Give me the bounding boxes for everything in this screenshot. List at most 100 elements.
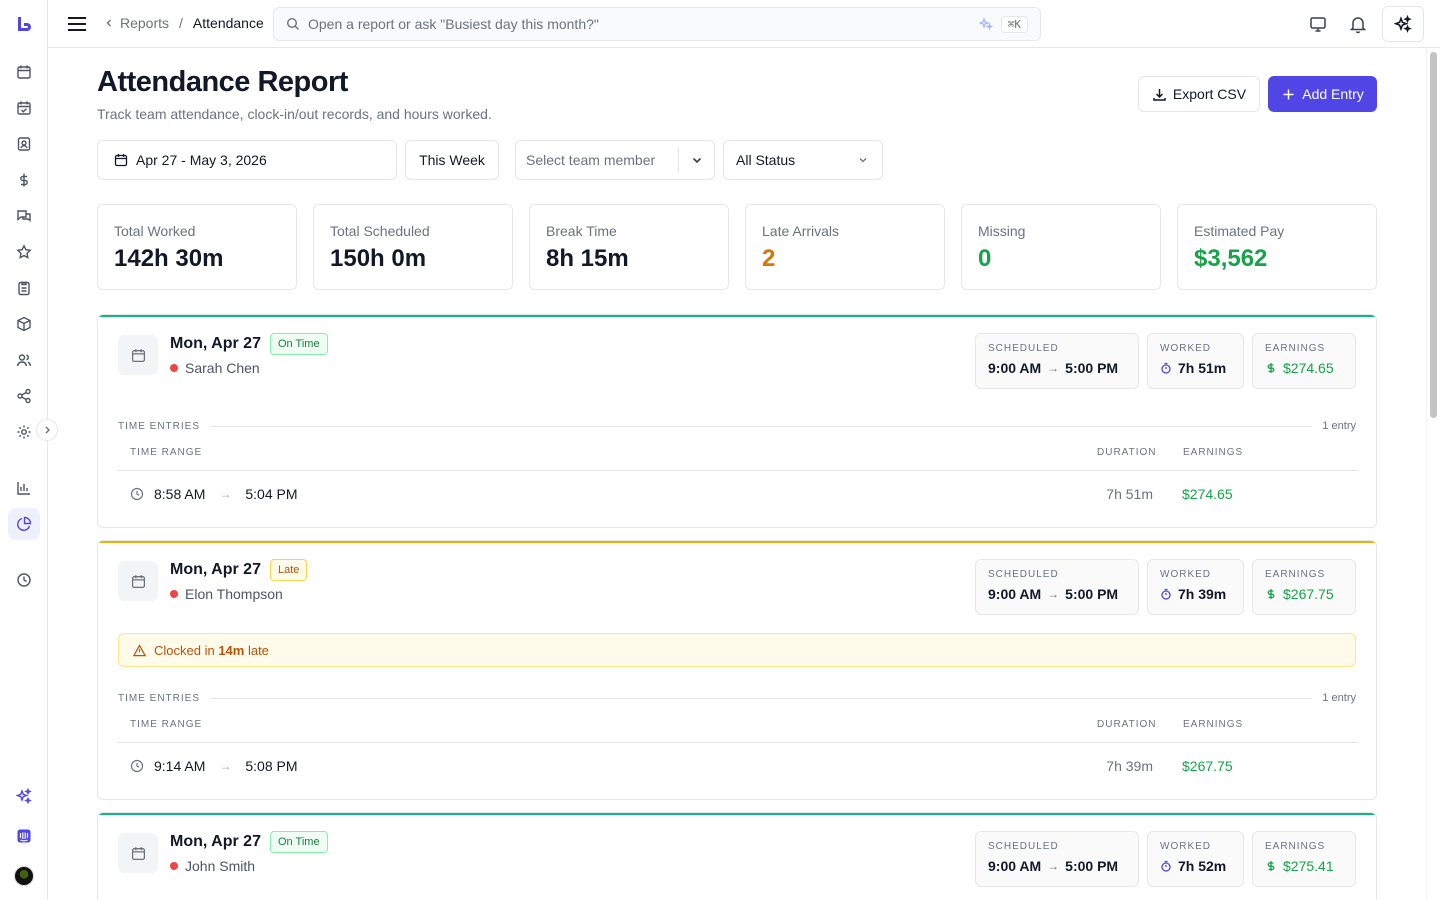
earnings-amount: $274.65 [1283, 360, 1334, 376]
divider [210, 697, 1313, 699]
sparkles-icon[interactable] [8, 780, 40, 812]
entry-duration: 7h 39m [1106, 758, 1153, 774]
col-duration: DURATION [1097, 447, 1157, 458]
intercom-icon[interactable] [8, 820, 40, 852]
calendar-icon [114, 154, 128, 167]
package-icon[interactable] [8, 308, 40, 340]
scheduled-box: SCHEDULED 9:00 AM → 5:00 PM [975, 559, 1139, 615]
bar-chart-icon[interactable] [8, 472, 40, 504]
page-subtitle: Track team attendance, clock-in/out reco… [97, 106, 492, 122]
worked-value: 7h 51m [1160, 360, 1231, 376]
status-select[interactable]: All Status [723, 140, 883, 180]
card-accent-line [98, 541, 1376, 543]
entry-end: 5:04 PM [245, 486, 298, 502]
breadcrumb-separator: / [179, 15, 183, 31]
stat-break-time: Break Time 8h 15m [529, 204, 729, 290]
this-week-button[interactable]: This Week [405, 140, 499, 180]
bell-icon[interactable] [1348, 14, 1368, 34]
contact-icon[interactable] [8, 128, 40, 160]
scrollbar[interactable] [1426, 48, 1440, 900]
app-logo-icon[interactable] [14, 14, 34, 34]
scheduled-label: SCHEDULED [988, 343, 1059, 354]
worked-value: 7h 39m [1160, 586, 1231, 602]
card-date: Mon, Apr 27 [170, 833, 261, 850]
arrow-right-icon: → [1047, 859, 1060, 873]
status-dot [170, 590, 178, 598]
worked-time: 7h 39m [1178, 586, 1227, 602]
avatar[interactable] [14, 866, 34, 886]
scheduled-value: 9:00 AM → 5:00 PM [988, 360, 1126, 376]
sidebar [0, 0, 48, 900]
calendar-icon [118, 561, 158, 601]
dollar-icon [1267, 363, 1275, 373]
stat-label: Total Scheduled [330, 223, 430, 239]
this-week-label: This Week [419, 152, 485, 168]
scheduled-end: 5:00 PM [1065, 360, 1119, 376]
table-row[interactable]: 8:58 AM → 5:04 PM 7h 51m $274.65 [118, 474, 1358, 514]
late-warning-prefix: Clocked in [154, 642, 219, 658]
calendar-icon [118, 833, 158, 873]
entry-end: 5:08 PM [245, 758, 298, 774]
menu-icon[interactable] [66, 14, 88, 34]
worked-label: WORKED [1160, 569, 1211, 580]
calendar-check-icon[interactable] [8, 92, 40, 124]
export-csv-button[interactable]: Export CSV [1138, 76, 1260, 112]
late-warning: Clocked in 14m late [118, 633, 1356, 667]
arrow-right-icon: → [219, 487, 232, 501]
card-accent-line [98, 813, 1376, 815]
chevron-left-icon[interactable] [104, 18, 114, 28]
calendar-icon[interactable] [8, 56, 40, 88]
add-entry-button[interactable]: Add Entry [1268, 76, 1377, 112]
stat-value: 8h 15m [546, 245, 629, 272]
stat-late-arrivals: Late Arrivals 2 [745, 204, 945, 290]
users-icon[interactable] [8, 344, 40, 376]
employee-name[interactable]: Elon Thompson [170, 586, 283, 602]
arrow-right-icon: → [219, 759, 232, 773]
stat-estimated-pay: Estimated Pay $3,562 [1177, 204, 1377, 290]
earnings-label: EARNINGS [1265, 841, 1326, 852]
sidebar-expand-button[interactable] [36, 419, 58, 441]
scheduled-box: SCHEDULED 9:00 AM → 5:00 PM [975, 333, 1139, 389]
share-icon[interactable] [8, 380, 40, 412]
clock-icon[interactable] [8, 564, 40, 596]
breadcrumb-reports[interactable]: Reports [120, 15, 169, 31]
messages-icon[interactable] [8, 200, 40, 232]
worked-time: 7h 52m [1178, 858, 1227, 874]
stat-label: Missing [978, 223, 1026, 239]
ai-assistant-button[interactable] [1382, 6, 1424, 42]
entry-start: 8:58 AM [154, 486, 206, 502]
employee-name-label: Elon Thompson [185, 586, 283, 602]
earnings-label: EARNINGS [1265, 569, 1326, 580]
worked-time: 7h 51m [1178, 360, 1227, 376]
table-row[interactable]: 9:14 AM → 5:08 PM 7h 39m $267.75 [118, 746, 1358, 786]
stat-value: 142h 30m [114, 245, 224, 272]
pie-chart-icon[interactable] [8, 508, 40, 540]
monitor-icon[interactable] [1308, 14, 1328, 34]
star-icon[interactable] [8, 236, 40, 268]
stat-label: Estimated Pay [1194, 223, 1285, 239]
employee-name[interactable]: John Smith [170, 858, 255, 874]
clock-icon [130, 759, 144, 773]
chevron-down-icon[interactable] [678, 148, 714, 172]
dollar-icon[interactable] [8, 164, 40, 196]
team-member-placeholder: Select team member [526, 152, 656, 168]
entries-column-headers: TIME RANGE DURATION EARNINGS [118, 709, 1358, 743]
employee-name[interactable]: Sarah Chen [170, 360, 260, 376]
search-input[interactable]: Open a report or ask "Busiest day this m… [273, 7, 1041, 41]
clipboard-icon[interactable] [8, 272, 40, 304]
arrow-right-icon: → [1047, 587, 1060, 601]
entry-count: 1 entry [1322, 420, 1356, 432]
timer-icon [1161, 860, 1171, 872]
entry-duration: 7h 51m [1106, 486, 1153, 502]
arrow-right-icon: → [1047, 361, 1060, 375]
scrollbar-thumb[interactable] [1430, 52, 1437, 418]
day-card: Mon, Apr 27 Late Elon Thompson SCHEDULED… [97, 540, 1377, 800]
card-accent-line [98, 315, 1376, 317]
date-range-picker[interactable]: Apr 27 - May 3, 2026 [97, 140, 397, 180]
divider [210, 425, 1313, 427]
scheduled-label: SCHEDULED [988, 569, 1059, 580]
stat-value: $3,562 [1194, 245, 1268, 272]
earnings-box: EARNINGS $267.75 [1252, 559, 1356, 615]
team-member-select[interactable]: Select team member [515, 140, 715, 180]
worked-value: 7h 52m [1160, 858, 1231, 874]
